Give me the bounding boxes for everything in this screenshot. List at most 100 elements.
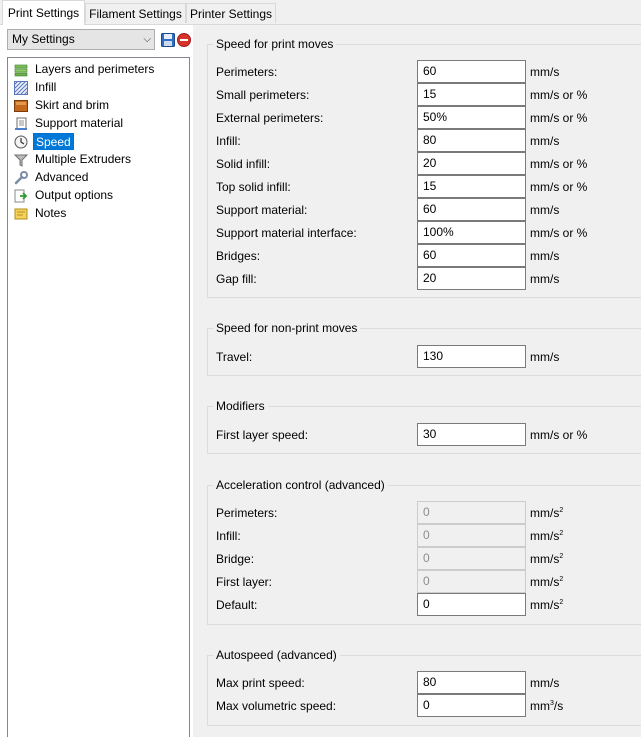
accel-perimeters-unit: mm/s2 [530, 506, 564, 520]
tab-filament-settings[interactable]: Filament Settings [85, 3, 186, 23]
travel-speed-input[interactable]: 130 [417, 345, 526, 368]
sidebar-item-label: Output options [35, 188, 114, 202]
support-material-label: Support material: [216, 203, 308, 217]
max-volumetric-speed-unit: mm3/s [530, 699, 564, 713]
max-volumetric-speed-label: Max volumetric speed: [216, 699, 337, 713]
accel-infill-label: Infill: [216, 529, 241, 543]
external-perimeters-speed-input[interactable]: 50% [417, 106, 526, 129]
infill-label: Infill: [216, 134, 241, 148]
bridges-unit: mm/s [530, 249, 560, 263]
sidebar-item-label: Infill [35, 80, 57, 94]
group-title: Speed for print moves [213, 37, 337, 51]
first-layer-speed-label: First layer speed: [216, 428, 309, 442]
chevron-down-icon: ⌵ [143, 34, 151, 45]
support-material-icon [15, 117, 27, 130]
support-material-interface-label: Support material interface: [216, 226, 357, 240]
perimeters-unit: mm/s [530, 65, 560, 79]
max-print-speed-label: Max print speed: [216, 676, 305, 690]
speed-clock-icon [14, 135, 28, 149]
max-print-speed-input[interactable]: 80 [417, 671, 526, 694]
infill-unit: mm/s [530, 134, 560, 148]
sidebar-item-label: Multiple Extruders [35, 152, 132, 166]
sidebar-item-label: Advanced [35, 170, 89, 184]
perimeters-label: Perimeters: [216, 65, 278, 79]
infill-icon [14, 81, 28, 95]
group-border [207, 406, 641, 407]
accel-default-label: Default: [216, 598, 258, 612]
gap-fill-label: Gap fill: [216, 272, 257, 286]
accel-bridge-label: Bridge: [216, 552, 255, 566]
group-border [207, 44, 208, 297]
group-border [207, 328, 208, 375]
group-border [207, 297, 641, 298]
accel-perimeters-label: Perimeters: [216, 506, 278, 520]
accel-first-layer-unit: mm/s2 [530, 575, 564, 589]
accel-bridge-input: 0 [417, 547, 526, 570]
notes-icon [14, 208, 28, 220]
group-title: Speed for non-print moves [213, 321, 361, 335]
accel-default-unit: mm/s2 [530, 598, 564, 612]
group-border [207, 406, 208, 453]
small-perimeters-unit: mm/s or % [530, 88, 588, 102]
delete-preset-icon[interactable] [177, 33, 191, 47]
top-solid-infill-unit: mm/s or % [530, 180, 588, 194]
group-border [207, 725, 641, 726]
travel-unit: mm/s [530, 350, 560, 364]
tab-printer-settings[interactable]: Printer Settings [186, 3, 276, 23]
accel-default-input[interactable]: 0 [417, 593, 526, 616]
group-border [207, 655, 208, 725]
top-solid-infill-speed-input[interactable]: 15 [417, 175, 526, 198]
bridges-speed-input[interactable]: 60 [417, 244, 526, 267]
small-perimeters-label: Small perimeters: [216, 88, 310, 102]
settings-page-list: Layers and perimeters Infill Skirt and b… [7, 57, 190, 737]
support-material-speed-input[interactable]: 60 [417, 198, 526, 221]
first-layer-speed-input[interactable]: 30 [417, 423, 526, 446]
settings-tabs: Print Settings Filament Settings Printer… [0, 0, 641, 25]
funnel-icon [14, 154, 28, 167]
small-perimeters-speed-input[interactable]: 15 [417, 83, 526, 106]
infill-speed-input[interactable]: 80 [417, 129, 526, 152]
accel-first-layer-label: First layer: [216, 575, 273, 589]
support-material-unit: mm/s [530, 203, 560, 217]
travel-label: Travel: [216, 350, 253, 364]
perimeters-speed-input[interactable]: 60 [417, 60, 526, 83]
accel-perimeters-input: 0 [417, 501, 526, 524]
wrench-icon [14, 171, 28, 185]
sidebar-item-label: Layers and perimeters [35, 62, 155, 76]
save-icon[interactable] [161, 33, 175, 47]
group-title: Acceleration control (advanced) [213, 478, 388, 492]
max-volumetric-speed-input[interactable]: 0 [417, 694, 526, 717]
accel-infill-input: 0 [417, 524, 526, 547]
solid-infill-label: Solid infill: [216, 157, 271, 171]
group-border [207, 453, 641, 454]
solid-infill-unit: mm/s or % [530, 157, 588, 171]
gap-fill-unit: mm/s [530, 272, 560, 286]
first-layer-speed-unit: mm/s or % [530, 428, 588, 442]
max-print-speed-unit: mm/s [530, 676, 560, 690]
external-perimeters-label: External perimeters: [216, 111, 324, 125]
solid-infill-speed-input[interactable]: 20 [417, 152, 526, 175]
group-border [207, 375, 641, 376]
support-material-interface-unit: mm/s or % [530, 226, 588, 240]
layers-icon [14, 64, 28, 77]
sidebar-item-label: Notes [35, 206, 67, 220]
group-title: Autospeed (advanced) [213, 648, 340, 662]
accel-bridge-unit: mm/s2 [530, 552, 564, 566]
group-border [207, 485, 208, 624]
sidebar-item-label: Skirt and brim [35, 98, 110, 112]
sidebar-item-label: Speed [33, 133, 74, 150]
tab-print-settings[interactable]: Print Settings [2, 0, 85, 25]
group-border [207, 624, 641, 625]
accel-infill-unit: mm/s2 [530, 529, 564, 543]
output-icon [14, 189, 28, 203]
bridges-label: Bridges: [216, 249, 261, 263]
accel-first-layer-input: 0 [417, 570, 526, 593]
preset-select-value: My Settings [12, 32, 75, 46]
external-perimeters-unit: mm/s or % [530, 111, 588, 125]
skirt-brim-icon [14, 100, 28, 112]
top-solid-infill-label: Top solid infill: [216, 180, 291, 194]
sidebar-item-label: Support material [35, 116, 124, 130]
support-material-interface-speed-input[interactable]: 100% [417, 221, 526, 244]
preset-select[interactable]: My Settings ⌵ [7, 29, 155, 50]
gap-fill-speed-input[interactable]: 20 [417, 267, 526, 290]
